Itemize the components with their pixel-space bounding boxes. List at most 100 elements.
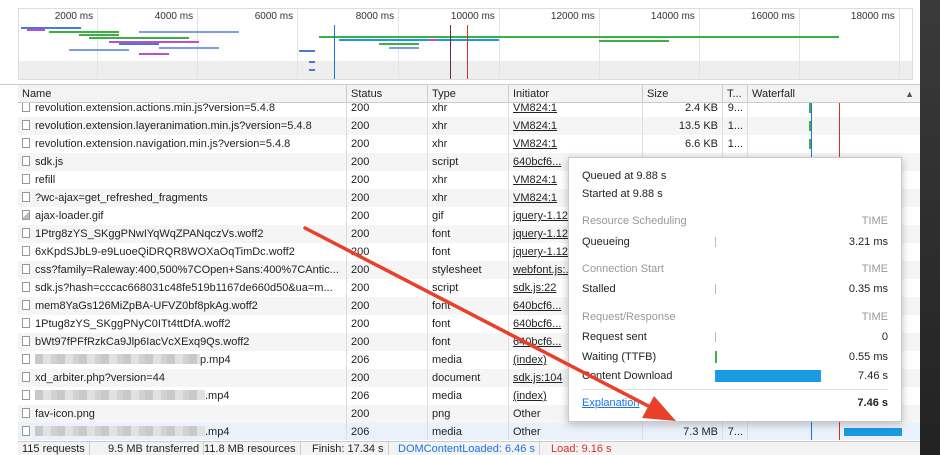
column-header-name[interactable]: Name: [18, 85, 347, 103]
overview-request-bar: [159, 47, 219, 49]
overview-gridline: [599, 9, 600, 79]
cell-name: .mp4: [18, 387, 347, 405]
initiator-value[interactable]: VM824:1: [513, 192, 557, 204]
type-value: png: [432, 408, 451, 420]
overview-tick-label: 10000 ms: [450, 11, 495, 22]
time-value: 9...: [727, 103, 743, 114]
overview-request-bar: [79, 34, 119, 36]
overview-shade: [19, 61, 912, 79]
request-name: sdk.js: [35, 156, 64, 168]
type-value: font: [432, 228, 451, 240]
overview-canvas[interactable]: 2000 ms 4000 ms 6000 ms 8000 ms 10000 ms 1200…: [18, 8, 913, 80]
cell-time: 1...: [723, 135, 748, 153]
timing-tooltip: Queued at 9.88 s Started at 9.88 s Resou…: [568, 157, 902, 422]
table-row[interactable]: revolution.extension.navigation.min.js?v…: [18, 135, 920, 153]
request-name: ?wc-ajax=get_refreshed_fragments: [35, 192, 208, 204]
section-title: Request/Response: [582, 311, 676, 323]
timing-tick: [715, 237, 716, 247]
initiator-value[interactable]: 640bcf6...: [513, 156, 561, 168]
table-row[interactable]: revolution.extension.layeranimation.min.…: [18, 117, 920, 135]
cell-name: sdk.js: [18, 153, 347, 171]
timing-row-queueing: Queueing 3.21 ms: [582, 235, 888, 249]
queued-at: Queued at 9.88 s: [582, 170, 667, 182]
overview-request-bar: [49, 31, 119, 33]
request-name: ajax-loader.gif: [35, 210, 104, 222]
initiator-value[interactable]: (index): [513, 390, 547, 402]
total-time: 7.46 s: [857, 397, 888, 409]
cell-type: script: [428, 279, 509, 297]
cell-status: 200: [347, 369, 428, 387]
initiator-value[interactable]: Other: [513, 426, 541, 438]
column-header-status[interactable]: Status: [347, 85, 428, 103]
file-icon: [22, 103, 30, 112]
initiator-value[interactable]: (index): [513, 354, 547, 366]
status-value: 200: [351, 228, 370, 240]
timing-value: 7.46 s: [858, 370, 888, 382]
initiator-value[interactable]: Other: [513, 408, 541, 420]
overview-gridline: [899, 9, 900, 79]
column-header-initiator[interactable]: Initiator: [509, 85, 643, 103]
file-icon: [22, 354, 30, 364]
cell-status: 200: [347, 297, 428, 315]
cell-type: font: [428, 297, 509, 315]
started-at: Started at 9.88 s: [582, 188, 663, 200]
overview-tick-label: 14000 ms: [650, 11, 695, 22]
overview-request-bar: [599, 40, 669, 42]
cell-name: refill: [18, 171, 347, 189]
cell-initiator[interactable]: VM824:1: [509, 103, 643, 117]
status-requests: 115 requests: [18, 442, 90, 455]
initiator-value[interactable]: VM824:1: [513, 138, 557, 150]
initiator-value[interactable]: webfont.js:...: [513, 264, 575, 276]
timing-value: 0.35 ms: [848, 283, 888, 295]
cell-initiator[interactable]: VM824:1: [509, 135, 643, 153]
cell-waterfall[interactable]: [748, 423, 920, 440]
overview-request-bar: [339, 39, 499, 41]
initiator-value[interactable]: 640bcf6...: [513, 300, 561, 312]
cell-name: css?family=Raleway:400,500%7COpen+Sans:4…: [18, 261, 347, 279]
cell-waterfall[interactable]: [748, 135, 920, 153]
cell-status: 200: [347, 279, 428, 297]
waterfall-label: Waterfall: [752, 88, 795, 100]
overview-gridline: [197, 9, 198, 79]
cell-initiator[interactable]: VM824:1: [509, 117, 643, 135]
initiator-value[interactable]: 640bcf6...: [513, 318, 561, 330]
cell-status: 200: [347, 243, 428, 261]
cell-status: 200: [347, 405, 428, 423]
type-value: xhr: [432, 192, 448, 204]
request-name: mem8YaGs126MiZpBA-UFVZ0bf8pkAg.woff2: [35, 300, 258, 312]
cell-time: 1...: [723, 117, 748, 135]
cell-type: media: [428, 387, 509, 405]
initiator-value[interactable]: sdk.js:22: [513, 282, 556, 294]
cell-type: xhr: [428, 103, 509, 117]
column-header-waterfall[interactable]: Waterfall ▲: [748, 85, 920, 103]
cell-status: 200: [347, 135, 428, 153]
explanation-link[interactable]: Explanation: [582, 397, 640, 409]
timing-label: Waiting (TTFB): [582, 351, 657, 363]
cell-name: p.mp4: [18, 351, 347, 369]
type-value: xhr: [432, 174, 448, 186]
cell-waterfall[interactable]: [748, 117, 920, 135]
initiator-value[interactable]: VM824:1: [513, 120, 557, 132]
initiator-value[interactable]: sdk.js:104: [513, 372, 563, 384]
cell-initiator[interactable]: Other: [509, 423, 643, 440]
table-row[interactable]: .mp4 206 media Other 7.3 MB 7...: [18, 423, 920, 440]
cell-type: stylesheet: [428, 261, 509, 279]
overview-request-bar: [69, 49, 129, 51]
column-header-time[interactable]: T...: [723, 85, 748, 103]
cell-status: 200: [347, 333, 428, 351]
initiator-value[interactable]: VM824:1: [513, 174, 557, 186]
file-icon: [22, 156, 30, 166]
waterfall-bar: [844, 428, 902, 436]
status-value: 200: [351, 138, 370, 150]
timeline-overview[interactable]: 2000 ms 4000 ms 6000 ms 8000 ms 10000 ms 1200…: [0, 0, 920, 85]
column-header-type[interactable]: Type: [428, 85, 509, 103]
cell-time: 7...: [723, 423, 748, 440]
column-header-size[interactable]: Size: [643, 85, 723, 103]
file-icon: [22, 372, 30, 382]
initiator-value[interactable]: 640bcf6...: [513, 336, 561, 348]
request-name: sdk.js?hash=cccac668031c48fe519b1167de66…: [35, 282, 333, 294]
status-value: 200: [351, 174, 370, 186]
initiator-value[interactable]: VM824:1: [513, 103, 557, 114]
table-row[interactable]: revolution.extension.actions.min.js?vers…: [18, 103, 920, 117]
cell-waterfall[interactable]: [748, 103, 920, 117]
